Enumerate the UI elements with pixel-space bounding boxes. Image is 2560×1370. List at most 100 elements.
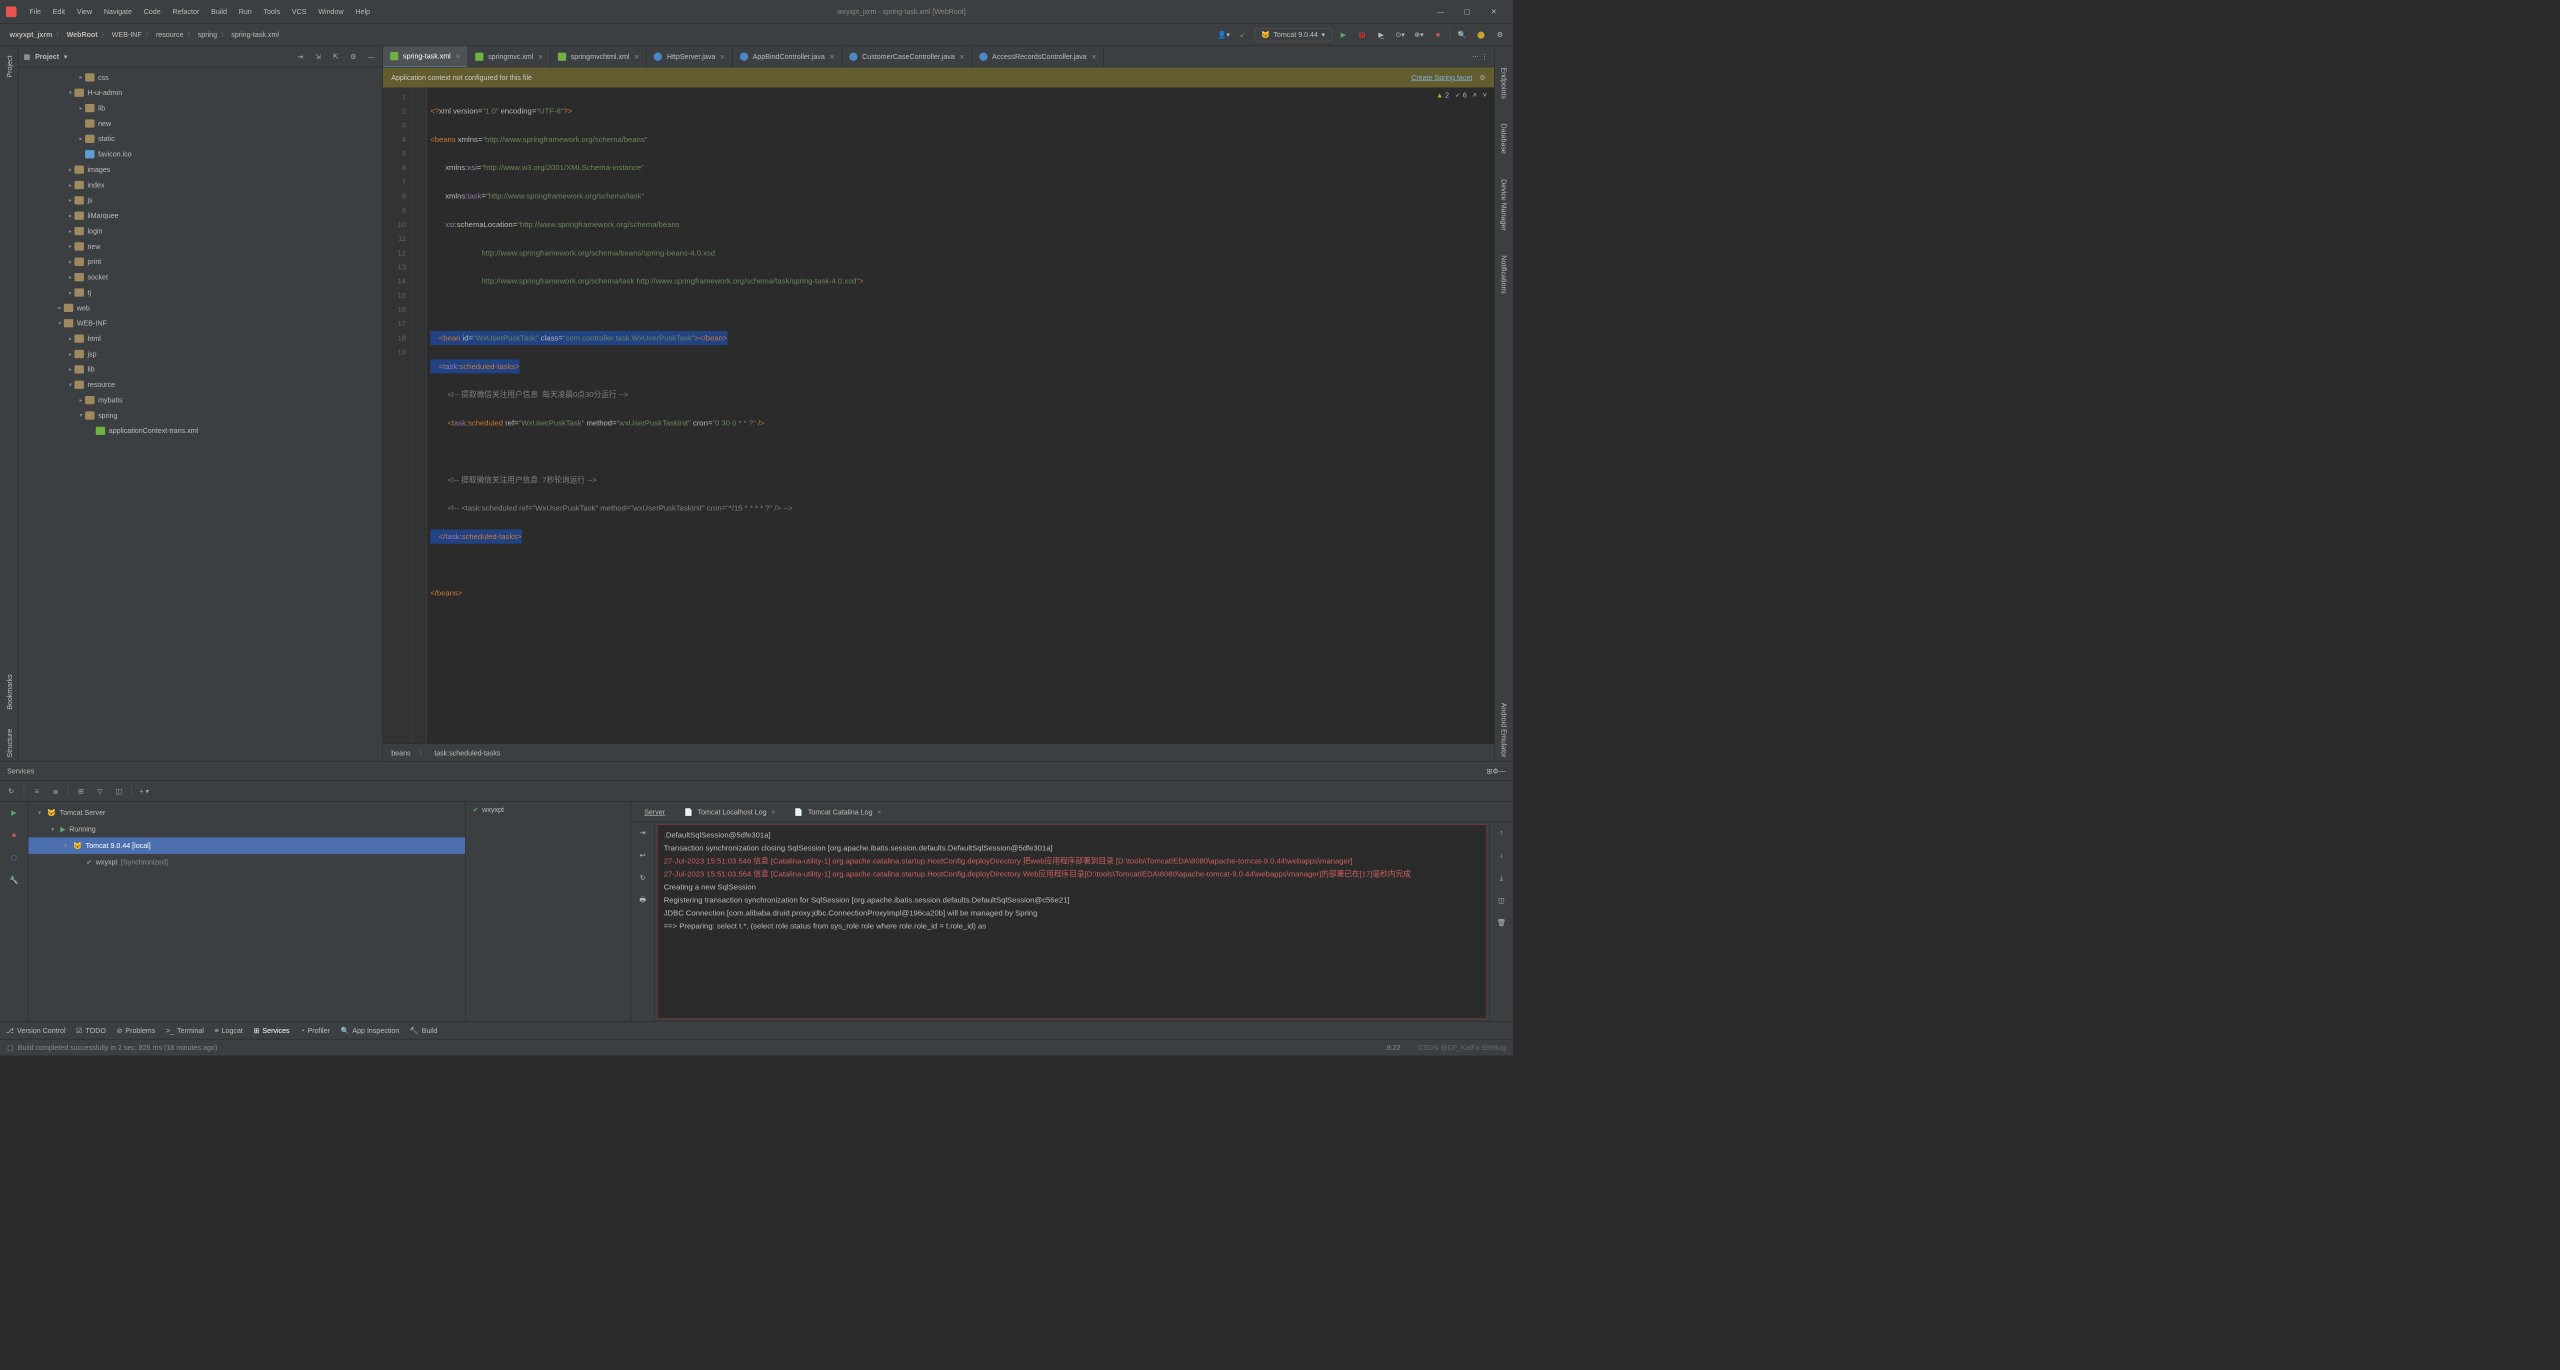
tree-item-liMarquee[interactable]: ▸liMarquee: [19, 208, 382, 223]
service-Tomcat-Server[interactable]: ▾🐱Tomcat Server: [28, 804, 465, 821]
tree-item-html[interactable]: ▸html: [19, 331, 382, 346]
chevron-down-icon[interactable]: ▾: [64, 52, 68, 60]
settings-icon[interactable]: ⚙: [1493, 27, 1507, 41]
tool-bookmarks[interactable]: Bookmarks: [5, 671, 13, 714]
bottom-tool-Logcat[interactable]: ≡Logcat: [214, 1026, 242, 1034]
services-tree[interactable]: ▾🐱Tomcat Server▾▶Running▾🐱Tomcat 9.0.44 …: [28, 802, 465, 1021]
service-Running[interactable]: ▾▶Running: [28, 821, 465, 838]
tree-item-applicationContext-trans-xml[interactable]: applicationContext-trans.xml: [19, 423, 382, 438]
close-icon[interactable]: ×: [877, 808, 881, 816]
bottom-tool-Services[interactable]: ⊞Services: [254, 1026, 290, 1034]
chevron-down-icon[interactable]: ˅: [1483, 91, 1487, 99]
select-opened-file-icon[interactable]: ⇥: [294, 50, 307, 63]
search-everywhere-button[interactable]: 🔍: [1455, 27, 1469, 41]
collapse-all-icon[interactable]: ⇱: [329, 50, 342, 63]
status-icon[interactable]: ▢: [7, 1043, 14, 1051]
tool-database[interactable]: Database: [1500, 120, 1508, 157]
stop-button[interactable]: ■: [1431, 27, 1445, 41]
expand-all-icon[interactable]: ⇲: [311, 50, 324, 63]
tree-item-socket[interactable]: ▸socket: [19, 269, 382, 284]
maximize-button[interactable]: ▢: [1454, 3, 1481, 21]
group-icon[interactable]: ⊞: [74, 785, 87, 798]
expand-icon[interactable]: ≡: [30, 785, 43, 798]
tab-CustomerCaseController-java[interactable]: CustomerCaseController.java×: [842, 46, 972, 67]
menu-help[interactable]: Help: [349, 7, 375, 15]
menu-refactor[interactable]: Refactor: [167, 7, 206, 15]
console-tab-Tomcat-Localhost-Log[interactable]: 📄Tomcat Localhost Log×: [676, 802, 784, 822]
tree-item-index[interactable]: ▸index: [19, 177, 382, 192]
bottom-tool-Build[interactable]: 🔨Build: [410, 1026, 438, 1034]
close-tab-icon[interactable]: ×: [830, 52, 835, 61]
add-service-icon[interactable]: + ▾: [138, 785, 151, 798]
tree-item-resource[interactable]: ▾resource: [19, 377, 382, 392]
soft-wrap-icon[interactable]: ↩: [636, 848, 650, 862]
close-window-button[interactable]: ✕: [1480, 3, 1507, 21]
console-output[interactable]: .DefaultSqlSession@5dfe301a]Transaction …: [657, 824, 1487, 1018]
tree-item-web[interactable]: ▸web: [19, 300, 382, 315]
tree-item-jsp[interactable]: ▸jsp: [19, 346, 382, 361]
collapse-icon[interactable]: ≣: [49, 785, 62, 798]
tree-item-css[interactable]: ▸css: [19, 70, 382, 85]
run-button[interactable]: ▶: [1336, 27, 1350, 41]
chevron-up-icon[interactable]: ˄: [1473, 91, 1477, 99]
panel-settings-icon[interactable]: ⚙: [347, 50, 360, 63]
close-tab-icon[interactable]: ×: [960, 52, 965, 61]
up-icon[interactable]: ↑: [1494, 826, 1508, 840]
copy-icon[interactable]: ◫: [1494, 893, 1508, 907]
breadcrumb-3[interactable]: resource: [152, 30, 187, 38]
ide-updates-icon[interactable]: ⬤: [1474, 27, 1488, 41]
menu-tools[interactable]: Tools: [258, 7, 286, 15]
coverage-button[interactable]: ▶̲: [1374, 27, 1388, 41]
service-Tomcat-9-0-44-local-[interactable]: ▾🐱Tomcat 9.0.44 [local]: [28, 837, 465, 854]
close-tab-icon[interactable]: ×: [1091, 52, 1096, 61]
menu-vcs[interactable]: VCS: [286, 7, 312, 15]
project-tree[interactable]: ▸css▾H-ui-admin▸libnew▸staticfavicon.ico…: [19, 67, 382, 761]
menu-run[interactable]: Run: [233, 7, 258, 15]
tree-item-static[interactable]: ▸static: [19, 131, 382, 146]
menu-navigate[interactable]: Navigate: [98, 7, 138, 15]
tree-item-lib[interactable]: ▸lib: [19, 100, 382, 115]
menu-build[interactable]: Build: [205, 7, 233, 15]
services-hide-icon[interactable]: —: [1499, 767, 1506, 775]
breadcrumb-4[interactable]: spring: [194, 30, 220, 38]
print-icon[interactable]: 🖶: [636, 893, 650, 907]
save-layout-icon[interactable]: ◫: [112, 785, 125, 798]
tree-item-print[interactable]: ▸print: [19, 254, 382, 269]
menu-file[interactable]: File: [24, 7, 47, 15]
bottom-tool-Version-Control[interactable]: ⎇Version Control: [6, 1026, 66, 1034]
tree-item-lib[interactable]: ▸lib: [19, 362, 382, 377]
banner-settings-icon[interactable]: ⚙: [1479, 73, 1485, 81]
code-editor[interactable]: 12345678910111213141516171819 <?xml vers…: [383, 87, 1494, 743]
breadcrumb-2[interactable]: WEB-INF: [108, 30, 145, 38]
crumb-tasks[interactable]: task:scheduled-tasks: [434, 749, 500, 757]
tree-item-images[interactable]: ▸images: [19, 162, 382, 177]
tab-AppBindController-java[interactable]: AppBindController.java×: [733, 46, 842, 67]
banner-link[interactable]: Create Spring facet: [1411, 73, 1472, 81]
inspections-widget[interactable]: ▲ 2 ✔ 6 ˄ ˅: [1436, 91, 1487, 99]
hide-panel-icon[interactable]: —: [365, 50, 378, 63]
down-icon[interactable]: ↓: [1494, 848, 1508, 862]
tab-springmvc-xml[interactable]: springmvc.xml×: [468, 46, 551, 67]
sync-icon[interactable]: ↙: [1236, 27, 1250, 41]
tree-item-mybatis[interactable]: ▸mybatis: [19, 392, 382, 407]
bottom-tool-Profiler[interactable]: ◔Profiler: [300, 1026, 330, 1034]
bottom-tool-Terminal[interactable]: >_Terminal: [166, 1026, 204, 1034]
export-icon[interactable]: ⤓: [1494, 871, 1508, 885]
close-tab-icon[interactable]: ×: [455, 51, 460, 60]
tool-notifications[interactable]: Notifications: [1500, 252, 1508, 298]
tool-endpoints[interactable]: Endpoints: [1500, 64, 1508, 103]
close-tab-icon[interactable]: ×: [720, 52, 725, 61]
menu-window[interactable]: Window: [312, 7, 349, 15]
project-dropdown-icon[interactable]: ▦: [24, 52, 31, 60]
menu-view[interactable]: View: [71, 7, 98, 15]
tab-list-icon[interactable]: ⋮: [1481, 52, 1488, 60]
tool-structure[interactable]: Structure: [5, 725, 13, 761]
caret-position[interactable]: 8:22: [1387, 1043, 1401, 1051]
tree-item-new[interactable]: ▸new: [19, 239, 382, 254]
tab-AccessRecordsController-java[interactable]: AccessRecordsController.java×: [972, 46, 1104, 67]
rerun-icon[interactable]: ↻: [5, 785, 18, 798]
code-content[interactable]: <?xml version="1.0" encoding="UTF-8"?> <…: [427, 87, 1494, 743]
tree-item-login[interactable]: ▸login: [19, 223, 382, 238]
crumb-beans[interactable]: beans: [391, 749, 410, 757]
close-tab-icon[interactable]: ×: [538, 52, 543, 61]
